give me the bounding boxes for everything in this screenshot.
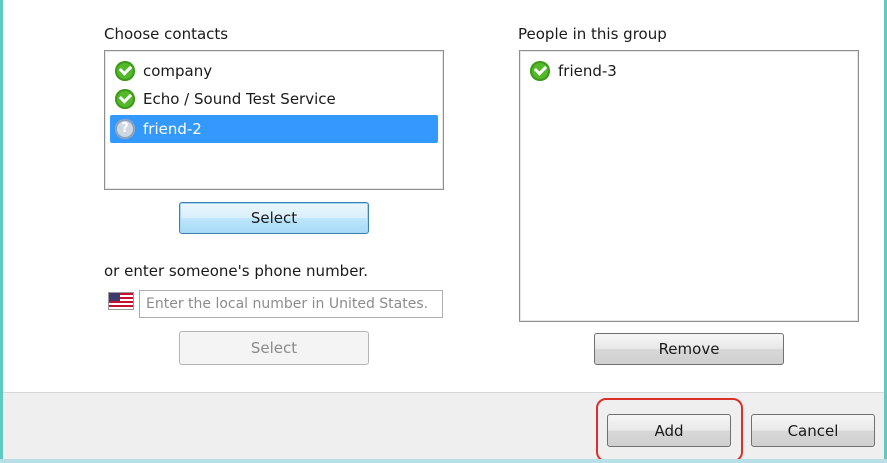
remove-button[interactable]: Remove [594,333,784,365]
contacts-listbox[interactable]: company Echo / Sound Test Service ? frie… [104,50,444,190]
contact-item-label: Echo / Sound Test Service [143,90,336,108]
add-button[interactable]: Add [607,414,731,447]
dialog-footer: Add Cancel [3,392,884,462]
skype-unknown-status-icon: ? [115,119,135,139]
skype-online-icon [115,89,135,109]
choose-contacts-label: Choose contacts [104,25,229,43]
group-member-friend-3[interactable]: friend-3 [525,57,853,85]
contact-item-echo[interactable]: Echo / Sound Test Service [110,85,438,113]
contact-item-company[interactable]: company [110,57,438,85]
select-contacts-button[interactable]: Select [179,202,369,234]
dialog-content: Choose contacts company Echo / Sound Tes… [3,0,884,392]
phone-number-input[interactable] [139,290,443,318]
cancel-button[interactable]: Cancel [751,414,875,447]
skype-online-icon [115,61,135,81]
contact-item-label: company [143,62,213,80]
us-flag-icon[interactable] [109,293,133,309]
group-members-listbox[interactable]: friend-3 [519,50,859,322]
window-frame-bottom [0,459,887,463]
group-member-label: friend-3 [558,62,617,80]
select-phone-button[interactable]: Select [179,331,369,365]
contact-item-friend-2[interactable]: ? friend-2 [110,115,438,143]
skype-online-icon [530,61,550,81]
people-in-group-label: People in this group [518,25,667,43]
phone-number-label: or enter someone's phone number. [104,262,368,280]
contact-item-label: friend-2 [143,120,202,138]
